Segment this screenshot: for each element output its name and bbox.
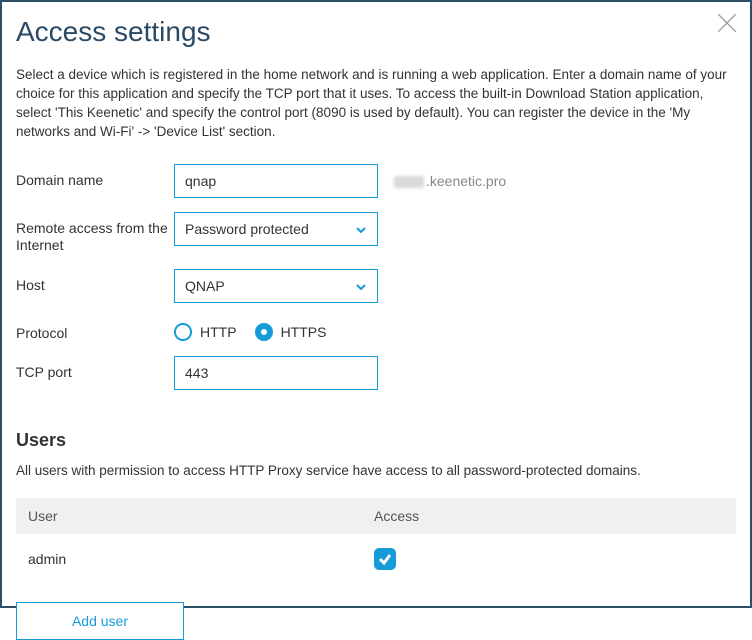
label-protocol: Protocol (16, 317, 174, 343)
label-remote-access: Remote access from the Internet (16, 212, 174, 255)
label-domain-name: Domain name (16, 164, 174, 190)
access-checkbox[interactable] (374, 548, 396, 570)
chevron-down-icon (355, 223, 367, 235)
remote-access-select[interactable]: Password protected (174, 212, 378, 246)
tcp-port-input[interactable] (174, 356, 378, 390)
radio-label-http: HTTP (200, 324, 237, 340)
row-tcp-port: TCP port (16, 356, 736, 390)
col-header-access: Access (374, 508, 724, 524)
users-table: User Access admin (16, 498, 736, 584)
close-icon[interactable] (714, 10, 740, 36)
row-domain-name: Domain name .keenetic.pro (16, 164, 736, 198)
row-host: Host QNAP (16, 269, 736, 303)
protocol-radio-group: HTTP HTTPS (174, 317, 326, 341)
cell-access (374, 548, 724, 570)
users-description: All users with permission to access HTTP… (16, 463, 736, 478)
domain-name-input[interactable] (174, 164, 378, 198)
table-row: admin (16, 534, 736, 584)
remote-access-value: Password protected (185, 221, 309, 237)
radio-icon (255, 323, 273, 341)
radio-https[interactable]: HTTPS (255, 323, 327, 341)
col-header-user: User (28, 508, 374, 524)
users-title: Users (16, 430, 736, 451)
table-header: User Access (16, 498, 736, 534)
row-protocol: Protocol HTTP HTTPS (16, 317, 736, 343)
row-remote-access: Remote access from the Internet Password… (16, 212, 736, 255)
page-title: Access settings (16, 16, 736, 48)
radio-label-https: HTTPS (281, 324, 327, 340)
page-description: Select a device which is registered in t… (16, 66, 736, 142)
chevron-down-icon (355, 280, 367, 292)
host-select[interactable]: QNAP (174, 269, 378, 303)
label-host: Host (16, 269, 174, 295)
radio-http[interactable]: HTTP (174, 323, 237, 341)
radio-icon (174, 323, 192, 341)
host-value: QNAP (185, 278, 225, 294)
label-tcp-port: TCP port (16, 356, 174, 382)
domain-suffix: .keenetic.pro (394, 173, 506, 189)
access-settings-dialog: Access settings Select a device which is… (0, 0, 752, 608)
cell-user: admin (28, 551, 374, 567)
